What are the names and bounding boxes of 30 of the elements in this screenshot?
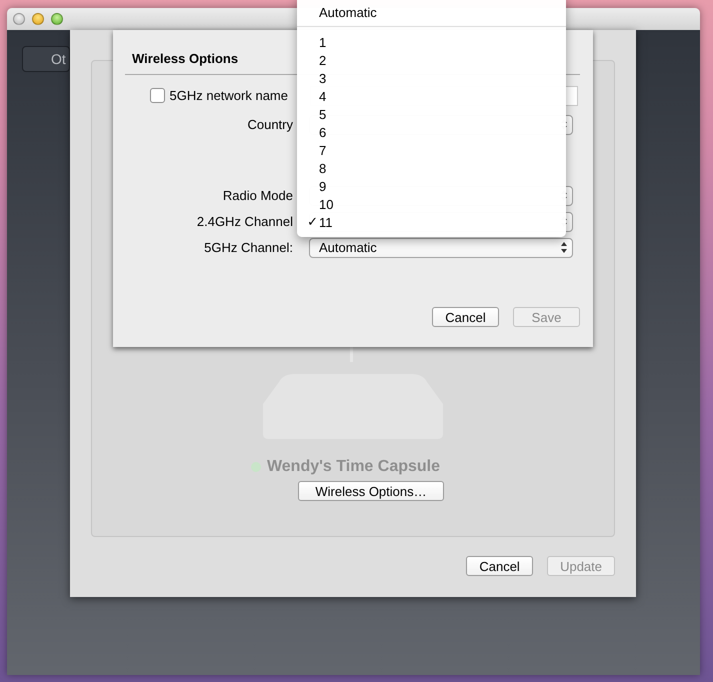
close-button[interactable] [13,13,25,25]
minimize-button[interactable] [32,13,44,25]
device-name: Wendy's Time Capsule [266,458,440,476]
wireless-options-button[interactable]: Wireless Options… [298,481,444,501]
zoom-button[interactable] [51,13,63,25]
menu-item[interactable]: 5 [297,105,566,123]
field-label: Country [246,117,293,132]
menu-item[interactable]: Automatic [297,2,566,22]
field-label: 5GHz Channel: [203,240,293,255]
updown-arrows-icon [561,242,567,253]
menu-item[interactable]: 2 [297,51,566,69]
cancel-button[interactable]: Cancel [466,556,534,576]
menu-item[interactable]: 8 [297,159,566,177]
checkbox[interactable] [150,88,164,103]
checkbox-label: 5GHz network name [170,88,288,103]
menu-item[interactable]: 10 [297,195,566,213]
menu-item[interactable]: 9 [297,177,566,195]
menu-item[interactable]: 7 [297,141,566,159]
sheet-title: Wireless Options [132,51,238,67]
menu-item[interactable]: ✓11 [297,213,566,231]
check-mark: ✓ [306,214,318,230]
menu-item[interactable]: 3 [297,69,566,87]
popup-button[interactable]: Automatic [309,238,573,258]
cancel-button[interactable]: Cancel [432,307,499,327]
menu-item[interactable]: 4 [297,87,566,105]
menu-item[interactable]: 6 [297,123,566,141]
field-label: Radio Mode [222,188,293,203]
sidebar-button[interactable]: Ot [22,46,70,72]
field-label: 2.4GHz Channel [196,214,293,229]
menu-item[interactable]: 1 [297,33,566,51]
